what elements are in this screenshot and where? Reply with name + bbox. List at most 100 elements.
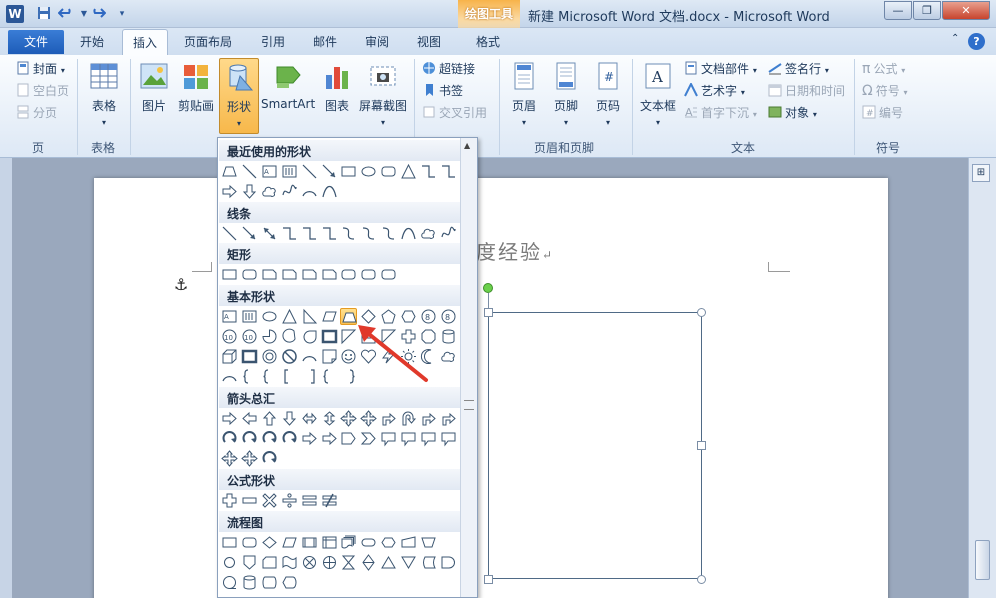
chord-shape[interactable] [281, 328, 298, 345]
extract-shape[interactable] [380, 554, 397, 571]
round-single-corner-rectangle-shape[interactable] [340, 266, 357, 283]
page-break-button[interactable]: 分页 [16, 103, 57, 123]
line-shape[interactable] [301, 163, 318, 180]
up-arrow-shape[interactable] [261, 410, 278, 427]
rectangle-shape[interactable] [221, 266, 238, 283]
numbering-button[interactable]: # 编号 [862, 103, 903, 123]
ruler-toggle-icon[interactable]: ⊞ [972, 164, 990, 182]
left-right-up-arrow-shape[interactable] [360, 410, 378, 427]
bent-arrow-shape[interactable] [380, 410, 397, 427]
right-arrow-shape[interactable] [221, 410, 238, 427]
oval-shape[interactable] [261, 308, 278, 325]
donut-shape[interactable] [261, 348, 278, 365]
curve-shape[interactable] [321, 183, 338, 200]
rounded-rectangle-shape[interactable] [241, 266, 258, 283]
arrow-line-shape[interactable] [241, 225, 258, 242]
elbow-connector-shape[interactable] [281, 225, 298, 242]
vertical-text-box-shape[interactable] [281, 163, 298, 180]
elbow-connector-shape[interactable] [420, 163, 437, 180]
tab-references[interactable]: 引用 [261, 33, 285, 50]
stored-data-shape[interactable] [420, 554, 437, 571]
rotation-handle[interactable] [483, 283, 493, 293]
can-shape[interactable] [440, 328, 457, 345]
page-number-button[interactable]: # 页码 ▾ [590, 58, 626, 134]
curved-double-arrow-shape[interactable] [380, 225, 397, 242]
bookmark-button[interactable]: 书签 [422, 81, 463, 101]
header-button[interactable]: 页眉 ▾ [506, 58, 542, 134]
direct-access-storage-shape[interactable] [261, 574, 278, 591]
elbow-double-arrow-shape[interactable] [321, 225, 338, 242]
up-arrow-callout-shape[interactable] [440, 430, 457, 447]
arrow-line-shape[interactable] [321, 163, 338, 180]
terminator-shape[interactable] [360, 534, 377, 551]
line-shape[interactable] [221, 225, 238, 242]
date-time-button[interactable]: 日期和时间 [768, 81, 845, 101]
blank-page-button[interactable]: 空白页 [16, 81, 69, 101]
up-down-arrow-shape[interactable] [321, 410, 338, 427]
down-arrow-shape[interactable] [281, 410, 298, 427]
text-box-shape[interactable]: A [221, 308, 238, 325]
display-shape[interactable] [281, 574, 298, 591]
pie-shape[interactable] [261, 328, 278, 345]
bevel-shape[interactable] [241, 348, 258, 365]
manual-input-shape[interactable] [400, 534, 417, 551]
tab-home[interactable]: 开始 [80, 33, 104, 50]
smartart-button[interactable]: SmartArt [261, 58, 315, 134]
oval-shape[interactable] [360, 163, 377, 180]
data-shape[interactable] [281, 534, 298, 551]
down-arrow-shape[interactable] [241, 183, 258, 200]
redo-icon[interactable] [90, 6, 107, 22]
double-arrow-line-shape[interactable] [261, 225, 278, 242]
tab-file[interactable]: 文件 [8, 30, 64, 54]
elbow-arrow-connector-shape[interactable] [440, 163, 457, 180]
undo-icon[interactable] [57, 6, 74, 22]
scribble-shape[interactable] [281, 183, 298, 200]
process-shape[interactable] [221, 534, 238, 551]
resize-handle[interactable] [697, 441, 706, 450]
decision-shape[interactable] [261, 534, 278, 551]
tab-review[interactable]: 审阅 [365, 33, 389, 50]
equation-button[interactable]: π 公式 ▾ [862, 59, 905, 79]
resize-handle[interactable] [484, 308, 493, 317]
predefined-process-shape[interactable] [301, 534, 318, 551]
document-title-text[interactable]: 度经验↵ [476, 236, 554, 265]
line-shape[interactable] [241, 163, 258, 180]
teardrop-shape[interactable] [301, 328, 318, 345]
round-same-side-rectangle-shape[interactable] [360, 266, 377, 283]
collapse-ribbon-icon[interactable]: ⌃ [951, 33, 959, 44]
parallelogram-shape[interactable] [321, 308, 338, 325]
or-shape[interactable] [321, 554, 338, 571]
off-page-connector-shape[interactable] [241, 554, 258, 571]
double-brace-shape[interactable] [261, 368, 278, 385]
punched-tape-shape[interactable] [281, 554, 298, 571]
scroll-grip[interactable] [464, 400, 474, 410]
multiply-sign-shape[interactable] [261, 492, 278, 509]
division-sign-shape[interactable] [281, 492, 298, 509]
arc-shape[interactable] [301, 183, 318, 200]
snip-round-rectangle-shape[interactable] [321, 266, 338, 283]
notched-right-arrow-shape[interactable] [321, 430, 338, 447]
chart-button[interactable]: 图表 [319, 58, 355, 134]
picture-button[interactable]: 图片 [136, 58, 172, 134]
magnetic-disk-shape[interactable] [241, 574, 258, 591]
scribble-shape[interactable] [440, 225, 457, 242]
vertical-text-box-shape[interactable] [241, 308, 258, 325]
cover-page-button[interactable]: 封面 ▾ [16, 59, 65, 79]
chevron-shape[interactable] [360, 430, 377, 447]
tab-page-layout[interactable]: 页面布局 [184, 33, 232, 50]
curved-up-arrow-shape[interactable] [261, 430, 278, 447]
alternate-process-shape[interactable] [241, 534, 258, 551]
quad-arrow-shape[interactable] [340, 410, 358, 427]
summing-junction-shape[interactable] [301, 554, 318, 571]
cloud-shape[interactable] [261, 183, 278, 200]
resize-handle[interactable] [697, 308, 706, 317]
close-button[interactable]: ✕ [942, 1, 990, 20]
curve-shape[interactable] [400, 225, 417, 242]
cube-shape[interactable] [221, 348, 238, 365]
object-button[interactable]: 对象 ▾ [768, 103, 817, 123]
resize-handle[interactable] [697, 575, 706, 584]
u-turn-arrow-shape[interactable] [400, 410, 417, 427]
right-triangle-shape[interactable] [301, 308, 318, 325]
curved-arrow-connector-shape[interactable] [360, 225, 377, 242]
resize-handle[interactable] [484, 575, 493, 584]
